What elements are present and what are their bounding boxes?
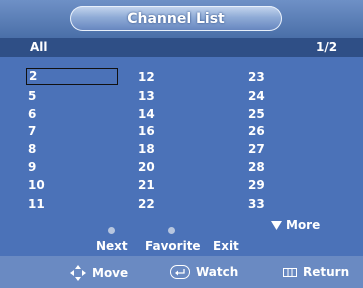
channel-item[interactable]: 9 [28, 160, 36, 174]
filter-label[interactable]: All [30, 40, 48, 54]
channel-item[interactable]: 27 [248, 142, 265, 156]
return-hint[interactable]: Return [283, 265, 349, 279]
page-title: Channel List [70, 6, 282, 31]
favorite-color-dot [168, 227, 175, 234]
channel-item[interactable]: 25 [248, 107, 265, 121]
channel-item[interactable]: 18 [138, 142, 155, 156]
triangle-down-icon [271, 221, 282, 230]
more-button[interactable]: More [271, 218, 320, 232]
channel-item[interactable]: 21 [138, 178, 155, 192]
channel-item[interactable]: 10 [28, 178, 45, 192]
channel-item[interactable]: 12 [138, 70, 155, 84]
four-way-arrows-icon [70, 265, 86, 281]
move-label: Move [92, 266, 129, 280]
channel-item-selected[interactable]: 2 [26, 68, 118, 85]
exit-button[interactable]: Exit [213, 239, 239, 253]
channel-item[interactable]: 22 [138, 197, 155, 211]
more-label: More [286, 218, 321, 232]
watch-hint[interactable]: Watch [170, 265, 238, 279]
channel-item[interactable]: 24 [248, 89, 265, 103]
enter-key-icon [170, 265, 190, 279]
channel-item[interactable]: 8 [28, 142, 36, 156]
channel-item[interactable]: 33 [248, 197, 265, 211]
footer-bar: Move Watch Return [0, 256, 363, 288]
watch-label: Watch [196, 265, 239, 279]
channel-item[interactable]: 13 [138, 89, 155, 103]
next-button[interactable]: Next [96, 239, 128, 253]
channel-item[interactable]: 14 [138, 107, 155, 121]
favorite-button[interactable]: Favorite [145, 239, 201, 253]
channel-item[interactable]: 11 [28, 197, 45, 211]
return-label: Return [303, 265, 350, 279]
channel-item[interactable]: 16 [138, 124, 155, 138]
channel-item[interactable]: 23 [248, 70, 265, 84]
channel-item[interactable]: 29 [248, 178, 265, 192]
channel-item[interactable]: 5 [28, 89, 36, 103]
next-color-dot [108, 227, 115, 234]
page-indicator: 1/2 [316, 40, 338, 54]
channel-item[interactable]: 7 [28, 124, 36, 138]
channel-item[interactable]: 26 [248, 124, 265, 138]
return-grid-icon [283, 267, 297, 277]
move-hint[interactable]: Move [70, 265, 128, 281]
list-subheader: All 1/2 [0, 38, 363, 57]
channel-list-panel: 2 5 6 7 8 9 10 11 12 13 14 16 18 20 21 2… [0, 57, 363, 256]
title-bar: Channel List [0, 0, 363, 38]
channel-item[interactable]: 28 [248, 160, 265, 174]
channel-item[interactable]: 20 [138, 160, 155, 174]
channel-item[interactable]: 6 [28, 107, 36, 121]
